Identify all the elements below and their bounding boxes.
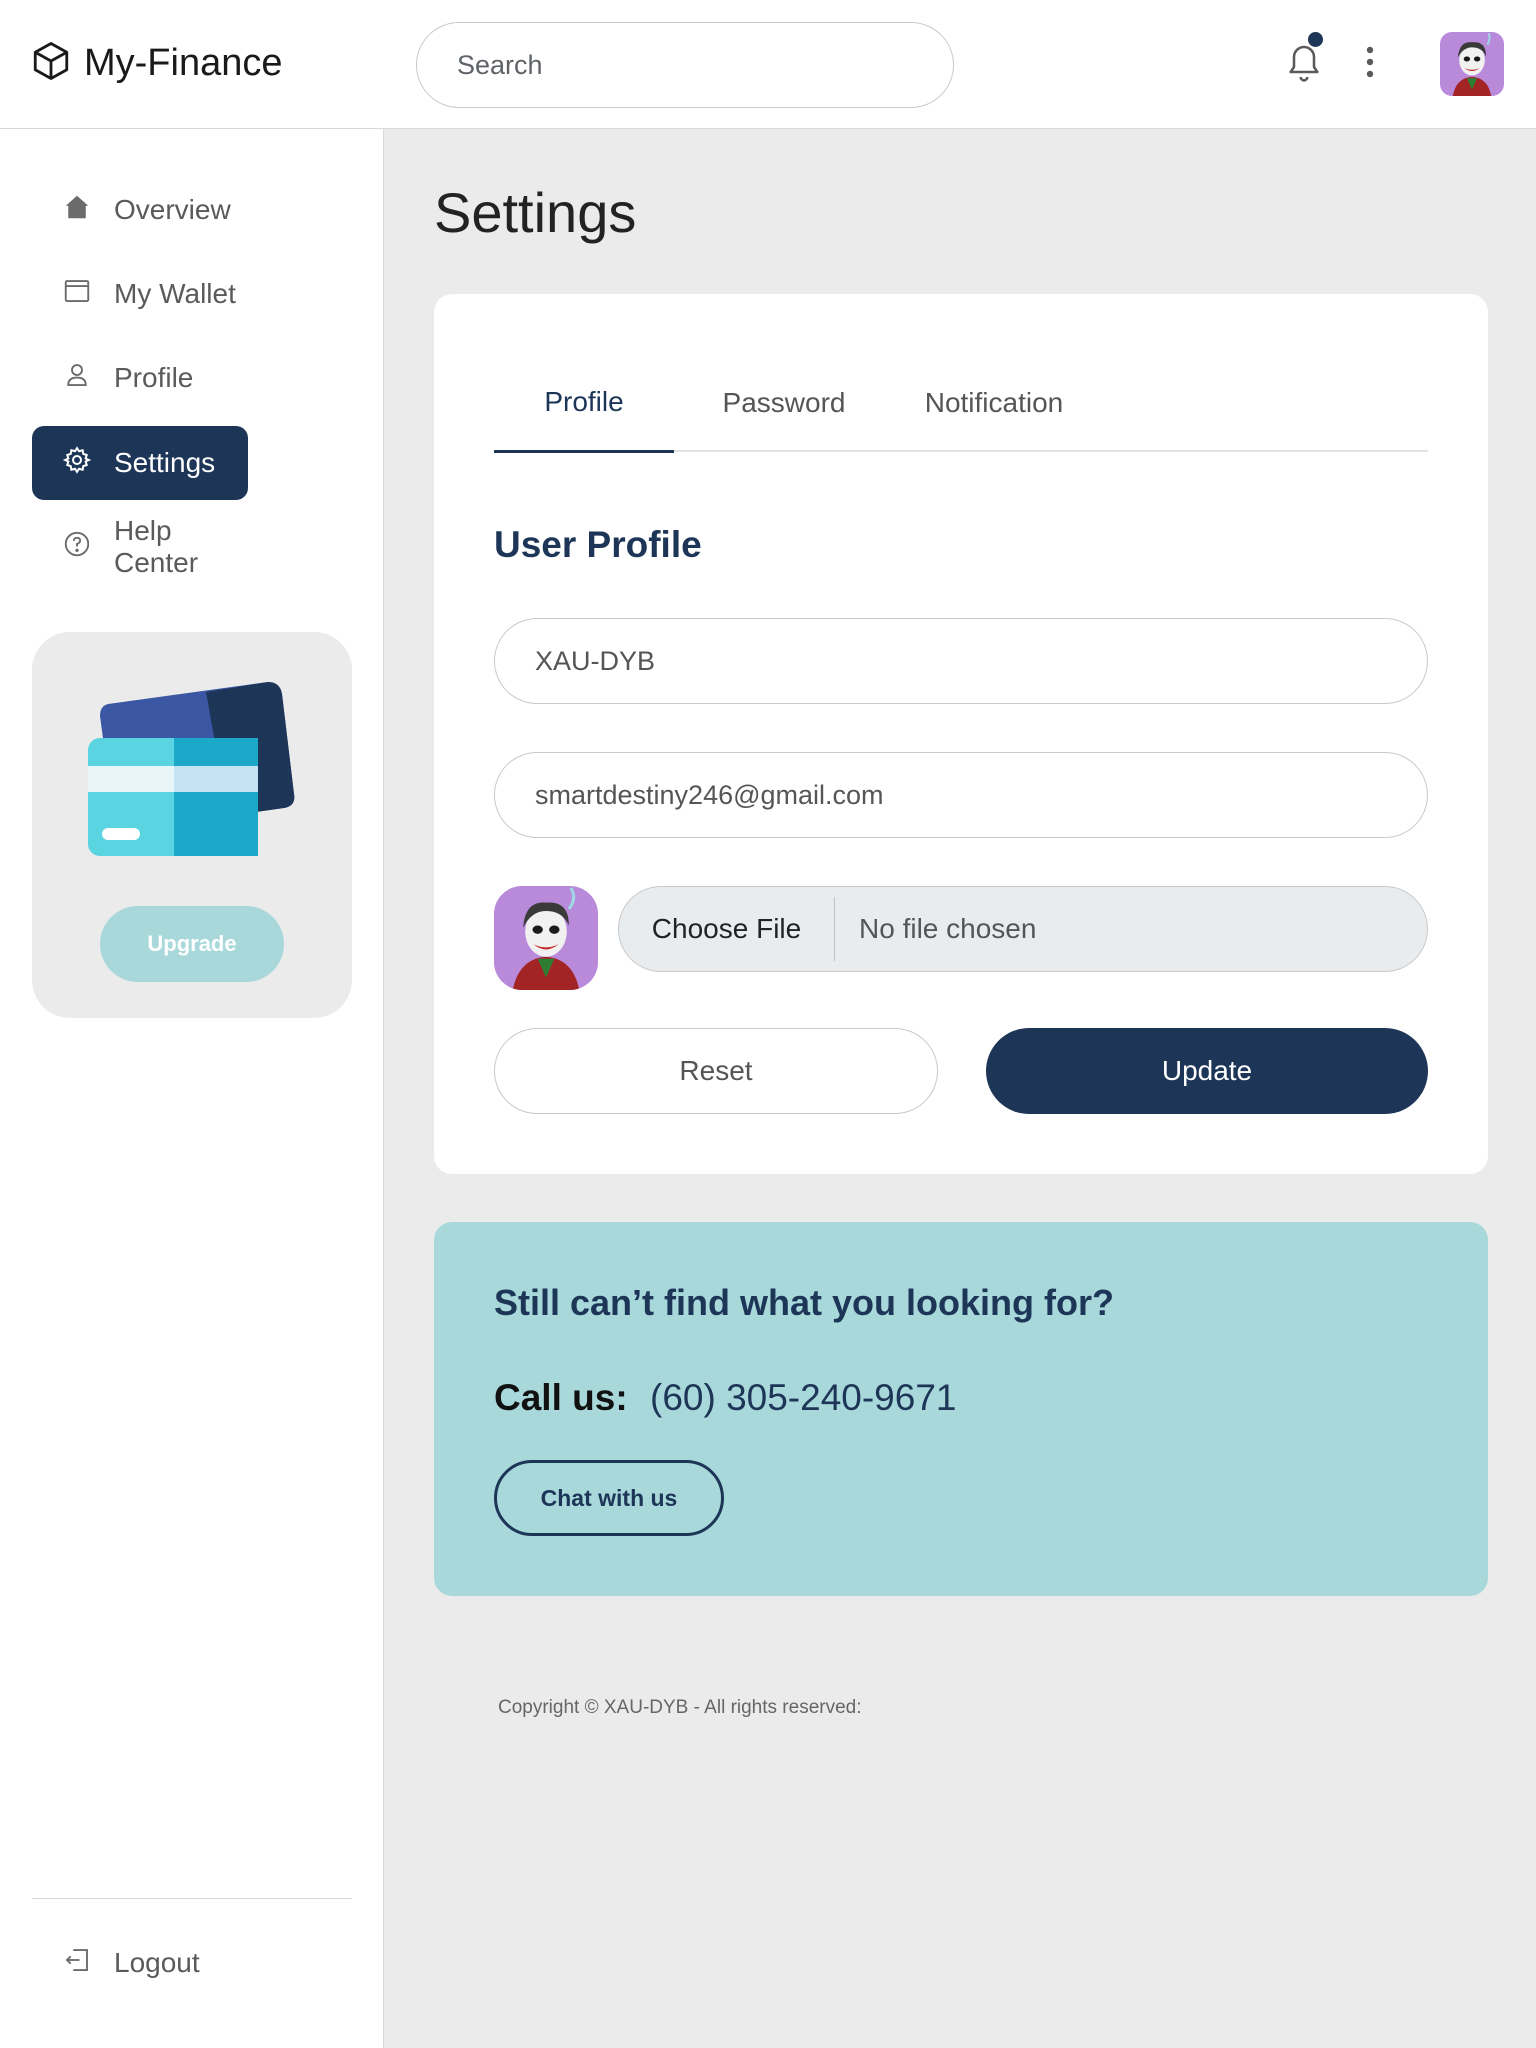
file-upload-field[interactable]: Choose File No file chosen (618, 886, 1428, 972)
upgrade-button[interactable]: Upgrade (100, 906, 284, 982)
search-input[interactable] (416, 22, 954, 108)
user-icon (62, 360, 92, 397)
logout-button[interactable]: Logout (32, 1926, 232, 2000)
credit-cards-illustration (88, 682, 298, 877)
email-field[interactable] (494, 752, 1428, 838)
username-field[interactable] (494, 618, 1428, 704)
bell-icon[interactable] (1284, 40, 1324, 84)
choose-file-button[interactable]: Choose File (619, 897, 835, 961)
logout-icon (62, 1945, 92, 1982)
copyright: Copyright © XAU-DYB - All rights reserve… (498, 1697, 862, 1718)
file-status: No file chosen (859, 913, 1037, 944)
cube-icon (30, 40, 72, 87)
brand[interactable]: My-Finance (30, 40, 283, 87)
tab-profile[interactable]: Profile (494, 354, 674, 453)
wallet-icon (62, 276, 92, 313)
sidebar-item-profile[interactable]: Profile (32, 341, 232, 415)
logout-label: Logout (114, 1947, 200, 1978)
help-title: Still can’t find what you looking for? (494, 1282, 1114, 1323)
sidebar-item-label: Overview (114, 194, 231, 225)
sidebar-item-label: Help Center (114, 515, 199, 578)
page-title: Settings (434, 181, 637, 244)
call-label: Call us: (494, 1377, 628, 1418)
sidebar-item-settings[interactable]: Settings (32, 426, 248, 500)
settings-card: Profile Password Notification User Profi… (434, 294, 1488, 1174)
sidebar-item-my-wallet[interactable]: My Wallet (32, 257, 272, 331)
home-icon (62, 192, 92, 229)
sidebar-item-help-center[interactable]: Help Center (32, 510, 292, 584)
settings-tabs: Profile Password Notification (494, 354, 1428, 453)
reset-button[interactable]: Reset (494, 1028, 938, 1114)
help-panel: Still can’t find what you looking for? C… (434, 1222, 1488, 1596)
sidebar-item-label: My Wallet (114, 278, 236, 309)
profile-avatar (494, 886, 598, 990)
sidebar-item-label: Settings (114, 447, 216, 478)
brand-name: My-Finance (84, 42, 283, 84)
tab-notification[interactable]: Notification (894, 354, 1094, 452)
gear-icon (62, 445, 92, 482)
upgrade-promo: Upgrade (32, 632, 352, 1018)
help-icon (62, 529, 92, 566)
top-header: My-Finance (0, 0, 1536, 129)
sidebar-item-label: Profile (114, 362, 194, 393)
tab-password[interactable]: Password (694, 354, 874, 452)
section-title: User Profile (494, 524, 702, 565)
sidebar-divider (32, 1898, 352, 1899)
avatar[interactable] (1440, 32, 1504, 96)
chat-button[interactable]: Chat with us (494, 1460, 724, 1536)
more-options-icon[interactable] (1360, 44, 1380, 80)
sidebar-item-overview[interactable]: Overview (32, 173, 252, 247)
notification-dot (1308, 32, 1323, 47)
update-button[interactable]: Update (986, 1028, 1428, 1114)
phone-number[interactable]: (60) 305-240-9671 (650, 1377, 957, 1419)
sidebar: Overview My Wallet Profile Settings Help… (0, 129, 384, 2048)
